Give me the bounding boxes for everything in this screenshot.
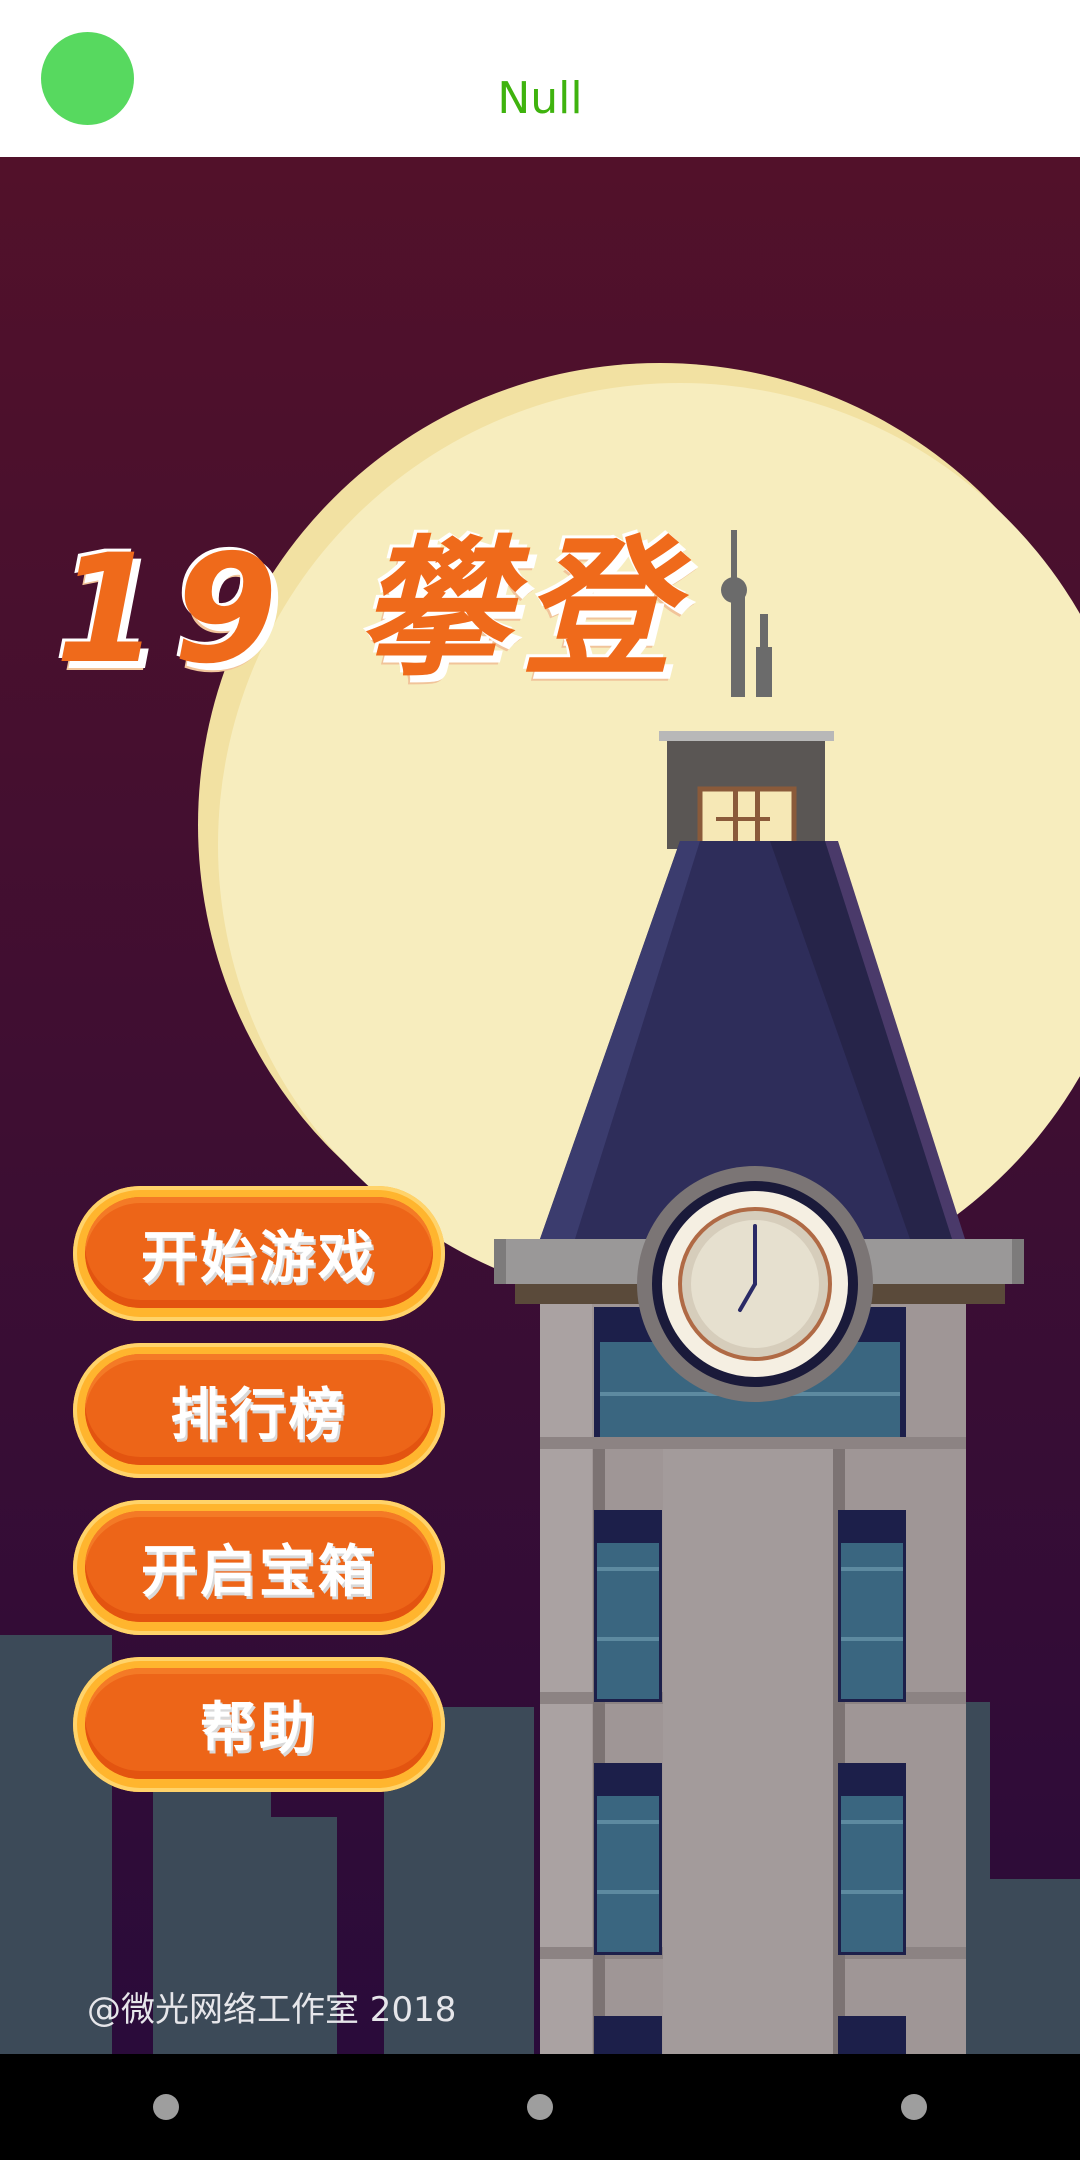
start-game-button[interactable]: 开始游戏	[73, 1186, 445, 1321]
home-icon[interactable]	[527, 2094, 553, 2120]
leaderboard-button[interactable]: 排行榜	[73, 1343, 445, 1478]
recents-icon[interactable]	[901, 2094, 927, 2120]
open-chest-button[interactable]: 开启宝箱	[73, 1500, 445, 1635]
button-label: 帮助	[200, 1697, 318, 1762]
clock-face	[637, 1166, 873, 1402]
footer-credit: @微光网络工作室 2018	[87, 1990, 457, 2030]
system-navigation-bar	[0, 2054, 1080, 2160]
button-label: 开始游戏	[141, 1226, 377, 1291]
button-label: 开启宝箱	[141, 1540, 377, 1605]
game-title: 19 攀登	[55, 523, 686, 697]
button-label: 排行榜	[170, 1383, 348, 1448]
app-title: Null	[497, 73, 583, 124]
app-screen: Null 19 攀登 开始游戏 排行榜 开启宝箱 帮助 @微光网络工作室 201…	[0, 0, 1080, 2160]
help-button[interactable]: 帮助	[73, 1657, 445, 1792]
app-header: Null	[0, 0, 1080, 157]
back-icon[interactable]	[153, 2094, 179, 2120]
